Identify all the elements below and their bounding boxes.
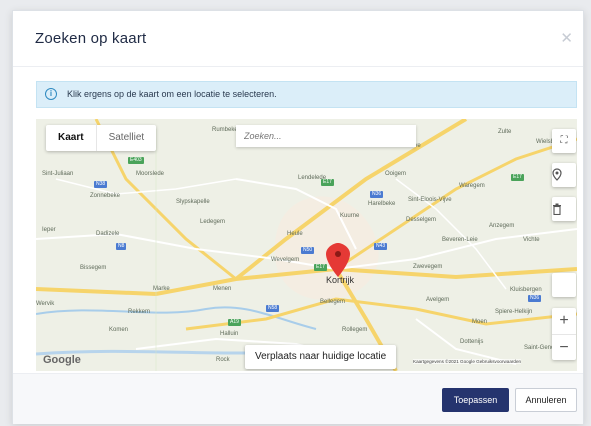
dialog-footer: Toepassen Annuleren bbox=[13, 373, 583, 424]
zoom-control: + − bbox=[552, 308, 576, 360]
dialog-header: Zoeken op kaart ✕ bbox=[13, 11, 583, 67]
relocate-button[interactable]: Verplaats naar huidige locatie bbox=[245, 345, 397, 369]
dialog-title: Zoeken op kaart bbox=[35, 30, 147, 47]
street-view-icon[interactable] bbox=[552, 273, 576, 297]
map-type-control: Kaart Satelliet bbox=[46, 125, 157, 151]
location-pin-icon[interactable] bbox=[552, 163, 576, 187]
zoom-in-button[interactable]: + bbox=[552, 308, 576, 335]
trash-icon[interactable] bbox=[552, 197, 576, 221]
map-attribution[interactable]: Kaartgegevens ©2021 Google Gebruiksvoorw… bbox=[413, 359, 522, 364]
cancel-button[interactable]: Annuleren bbox=[515, 388, 577, 412]
map-search-input[interactable] bbox=[236, 125, 416, 147]
map-type-map-button[interactable]: Kaart bbox=[46, 125, 96, 151]
map-search-dialog: Zoeken op kaart ✕ i Klik ergens op de ka… bbox=[12, 10, 584, 424]
map-type-satellite-button[interactable]: Satelliet bbox=[95, 125, 157, 151]
info-text: Klik ergens op de kaart om een locatie t… bbox=[67, 89, 277, 99]
marker-city-label: Kortrijk bbox=[326, 275, 355, 285]
apply-button[interactable]: Toepassen bbox=[442, 388, 509, 412]
google-logo: Google bbox=[43, 354, 81, 366]
info-icon: i bbox=[45, 88, 57, 100]
zoom-out-button[interactable]: − bbox=[552, 335, 576, 361]
info-banner: i Klik ergens op de kaart om een locatie… bbox=[36, 81, 577, 108]
fullscreen-icon[interactable]: ⛶ bbox=[552, 129, 576, 153]
close-icon[interactable]: ✕ bbox=[560, 29, 573, 47]
map-canvas[interactable]: Rumbeke Beveren Bavikhove Zulte Wielsbek… bbox=[36, 119, 577, 371]
